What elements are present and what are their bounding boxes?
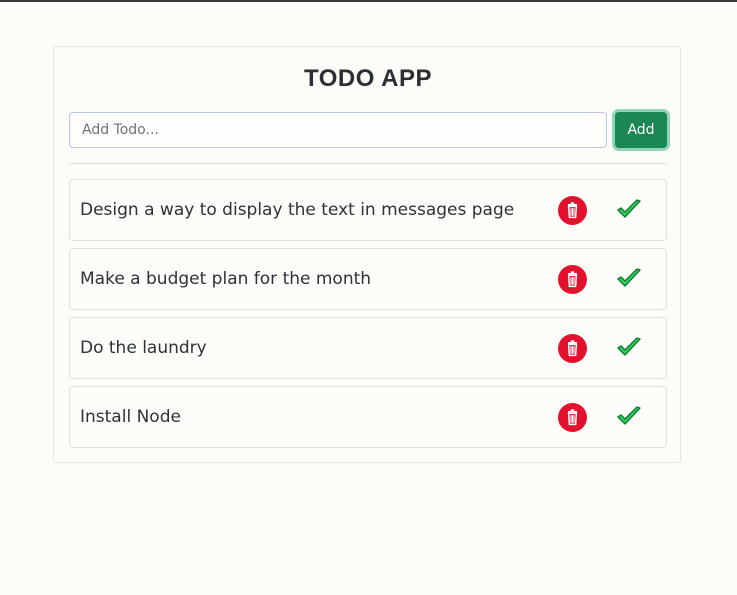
todo-item: Do the laundry [69,317,667,379]
window-top-border [0,0,737,2]
todo-item-text: Install Node [80,407,181,427]
add-todo-input[interactable] [69,112,607,148]
todo-item: Make a budget plan for the month [69,248,667,310]
todo-item-text: Design a way to display the text in mess… [80,200,515,220]
checkmark-icon[interactable] [615,196,643,224]
trash-icon[interactable] [558,403,587,432]
todo-card: TODO APP Add Design a way to display the… [53,46,681,463]
checkmark-icon[interactable] [615,334,643,362]
add-button[interactable]: Add [615,112,667,148]
checkmark-icon[interactable] [615,265,643,293]
todo-item: Install Node [69,386,667,448]
checkmark-icon[interactable] [615,403,643,431]
todo-item-text: Do the laundry [80,338,207,358]
todo-list: Design a way to display the text in mess… [69,179,667,455]
trash-icon[interactable] [558,196,587,225]
divider [69,163,667,164]
todo-item: Design a way to display the text in mess… [69,179,667,241]
trash-icon[interactable] [558,334,587,363]
todo-item-text: Make a budget plan for the month [80,269,372,289]
trash-icon[interactable] [558,265,587,294]
app-title: TODO APP [303,65,433,92]
